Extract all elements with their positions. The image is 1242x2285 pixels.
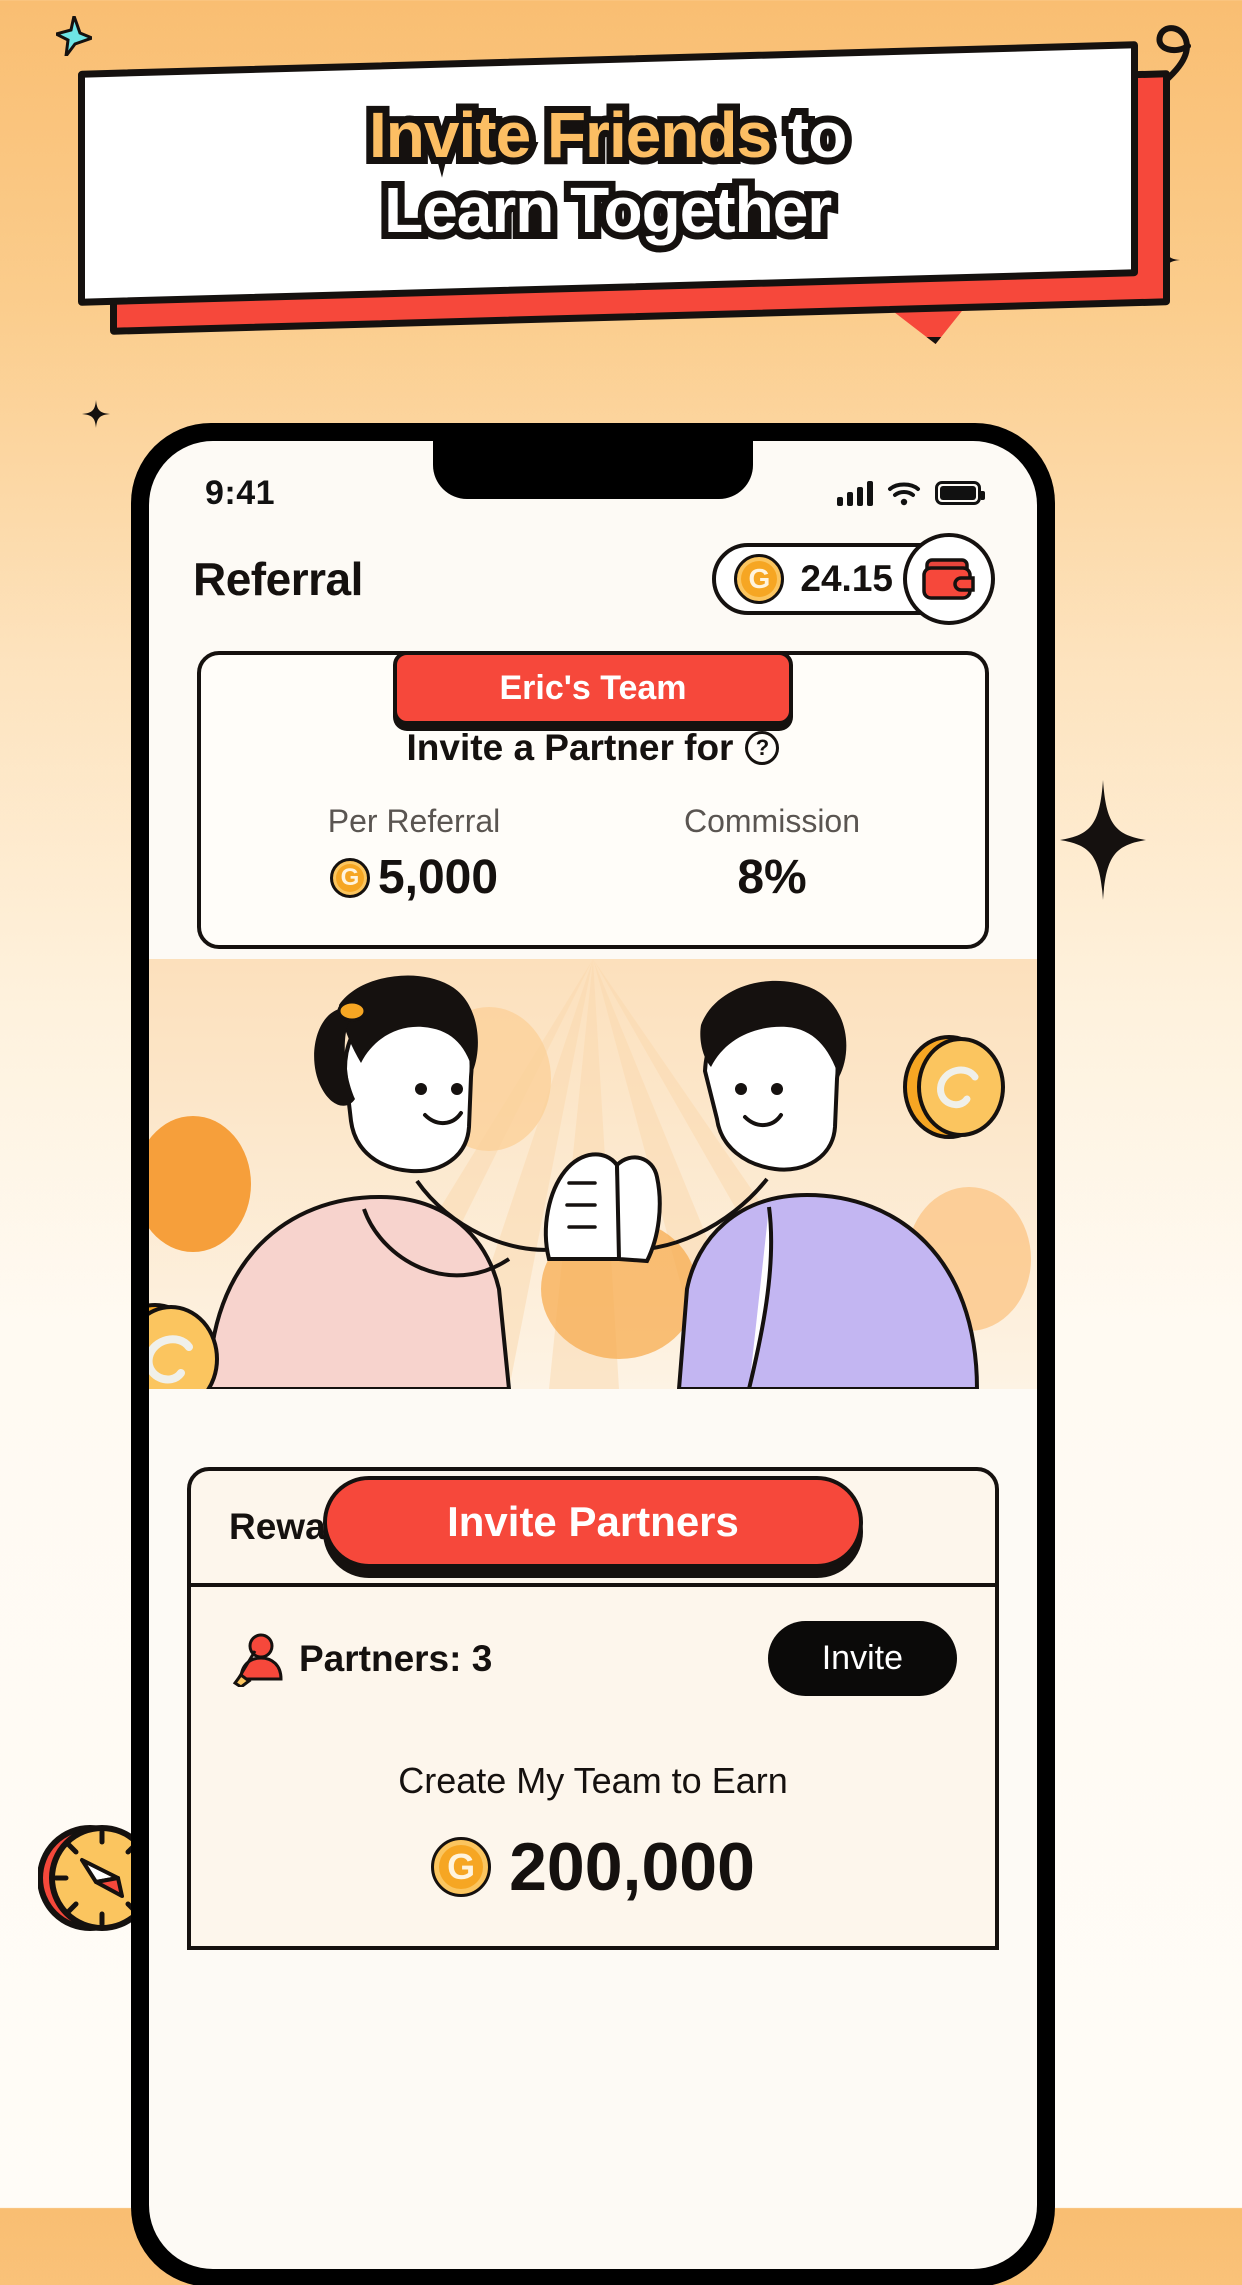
balance-pill[interactable]: G 24.15	[712, 533, 995, 625]
stat-amount: 8%	[737, 851, 807, 904]
phone-mockup: 9:41 Referral G 24.15 Eric's Team Invite…	[133, 425, 1053, 2285]
two-people-arm-wrestling-illustration	[149, 959, 1037, 1389]
question-mark-icon[interactable]: ?	[745, 731, 780, 765]
team-tab[interactable]: Eric's Team	[393, 651, 793, 725]
phone-screen: 9:41 Referral G 24.15 Eric's Team Invite…	[149, 441, 1037, 2269]
gold-coin-icon: G	[329, 857, 370, 898]
stat-amount: 5,000	[377, 851, 499, 904]
stat-value: G 5,000	[235, 850, 593, 905]
coin-glyph: G	[748, 563, 771, 594]
banner-card: Invite Friends to Learn Together	[78, 41, 1138, 306]
earn-amount: 200,000	[509, 1829, 755, 1905]
promo-headline-highlight: Invite Friends	[362, 92, 778, 178]
four-point-star-icon	[82, 400, 110, 428]
invite-partners-cta-wrapper: Invite Partners	[149, 1476, 1037, 1578]
team-card-subtitle-text: Invite a Partner for	[406, 727, 734, 768]
promo-banner: Invite Friends to Learn Together	[0, 0, 1242, 400]
stat-value: 8%	[593, 850, 951, 905]
coin-glyph: G	[447, 1846, 476, 1887]
earn-title: Create My Team to Earn	[398, 1760, 788, 1801]
stat-label: Commission	[683, 803, 861, 839]
invite-button[interactable]: Invite	[767, 1621, 957, 1696]
gold-coin-icon: G	[734, 554, 785, 604]
earn-amount-row: G 200,000	[191, 1828, 995, 1906]
partners-row: Partners: 3 Invite	[191, 1583, 995, 1730]
invite-partners-button[interactable]: Invite Partners	[323, 1476, 863, 1568]
wallet-icon	[922, 558, 975, 600]
cellular-bars-icon	[837, 480, 873, 506]
coin-glyph: G	[340, 863, 360, 891]
promo-headline-line1: Invite Friends to	[362, 92, 853, 178]
four-point-star-icon	[1060, 780, 1146, 900]
gold-coin-icon: G	[431, 1837, 492, 1897]
earn-block: Create My Team to Earn G 200,000	[191, 1730, 995, 1946]
team-card-subtitle: Invite a Partner for ?	[235, 727, 951, 769]
promo-headline-line2: Learn Together	[377, 168, 838, 254]
gold-coin-icon	[903, 1035, 1005, 1139]
stat-commission: Commission 8%	[593, 803, 951, 905]
stat-per-referral: Per Referral G 5,000	[235, 803, 593, 905]
wallet-button[interactable]	[903, 533, 995, 625]
battery-full-icon	[935, 481, 985, 505]
team-stats: Per Referral G 5,000 Commission 8%	[235, 803, 951, 905]
promo-headline-rest: to	[771, 92, 853, 178]
partner-person-icon	[232, 1633, 283, 1687]
wifi-icon	[888, 482, 920, 506]
page-title: Referral	[193, 553, 363, 605]
phone-notch	[433, 441, 753, 499]
balance-amount: 24.15	[800, 558, 893, 599]
status-time: 9:41	[205, 473, 276, 512]
team-card-section: Eric's Team Invite a Partner for ? Per R…	[149, 651, 1037, 949]
stat-label: Per Referral	[327, 803, 501, 839]
partners-label: Partners: 3	[299, 1637, 493, 1679]
app-header: Referral G 24.15	[149, 527, 1037, 625]
